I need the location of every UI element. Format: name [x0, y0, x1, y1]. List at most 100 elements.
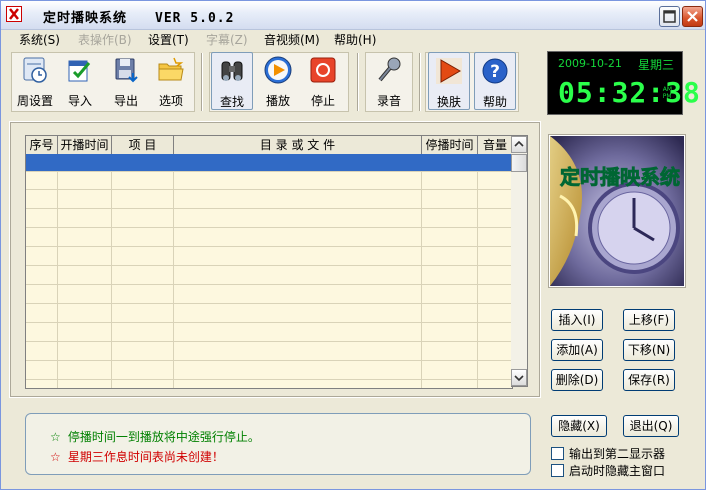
close-button[interactable]	[682, 6, 703, 27]
toolbar-separator	[201, 53, 203, 111]
schedule-table[interactable]: 序号 开播时间 项 目 目 录 或 文 件 停播时间 音量	[25, 135, 513, 389]
clock-time: 05:32:38	[558, 76, 701, 109]
svg-text:?: ?	[490, 62, 500, 82]
microphone-icon	[378, 57, 401, 82]
menu-table-ops[interactable]: 表操作(B)	[78, 31, 132, 48]
toolbar-separator	[357, 53, 359, 111]
delete-button[interactable]: 删除(D)	[551, 369, 603, 391]
hide-on-start-checkbox[interactable]: 启动时隐藏主窗口	[551, 462, 665, 479]
toolbar-separator	[419, 53, 421, 111]
help-icon: ?	[482, 58, 508, 84]
message-text: 停播时间一到播放将中途强行停止。	[67, 430, 260, 444]
table-row[interactable]	[26, 172, 512, 190]
maximize-icon	[663, 10, 676, 23]
second-display-checkbox[interactable]: 输出到第二显示器	[551, 445, 665, 462]
skin-button[interactable]: 换肤	[428, 52, 470, 110]
record-label: 录音	[376, 94, 401, 108]
binoculars-icon	[221, 61, 243, 81]
options-button[interactable]: 选项	[150, 52, 192, 110]
play-label: 播放	[265, 94, 290, 108]
chevron-up-icon	[514, 140, 524, 147]
main-window: 定时播映系统 VER 5.0.2 系统(S) 表操作(B) 设置(T) 字幕(Z…	[0, 0, 706, 490]
import-label: 导入	[67, 94, 92, 108]
options-label: 选项	[158, 94, 183, 108]
menu-system[interactable]: 系统(S)	[19, 31, 60, 48]
column-header-path[interactable]: 目 录 或 文 件	[174, 136, 422, 154]
table-row[interactable]	[26, 267, 512, 285]
table-row[interactable]	[26, 286, 512, 304]
play-button[interactable]: 播放	[257, 52, 299, 110]
checkbox-box[interactable]	[551, 447, 564, 460]
checkbox-box[interactable]	[551, 464, 564, 477]
message-box: ☆ 停播时间一到播放将中途强行停止。 ☆ 星期三作息时间表尚未创建！	[25, 413, 531, 475]
table-row[interactable]	[26, 324, 512, 342]
table-header: 序号 开播时间 项 目 目 录 或 文 件 停播时间 音量	[26, 136, 512, 155]
table-row[interactable]	[26, 210, 512, 228]
menu-help[interactable]: 帮助(H)	[334, 31, 376, 48]
skin-label: 换肤	[436, 95, 461, 109]
table-row[interactable]	[26, 362, 512, 380]
exit-button[interactable]: 退出(Q)	[623, 415, 679, 437]
add-button[interactable]: 添加(A)	[551, 339, 603, 361]
save-button[interactable]: 保存(R)	[623, 369, 675, 391]
week-setting-button[interactable]: 周设置	[14, 52, 56, 110]
record-button[interactable]: 录音	[368, 52, 410, 110]
clock-date: 2009-10-21	[558, 57, 622, 70]
table-row[interactable]	[26, 191, 512, 209]
scroll-up-button[interactable]	[511, 136, 527, 153]
artwork-title: 定时播映系统	[560, 165, 680, 189]
window-title: 定时播映系统 VER 5.0.2	[43, 11, 235, 26]
hide-button[interactable]: 隐藏(X)	[551, 415, 607, 437]
export-disk-icon	[115, 58, 138, 83]
stop-label: 停止	[310, 94, 335, 108]
message-line-2: ☆ 星期三作息时间表尚未创建！	[50, 448, 224, 465]
export-label: 导出	[113, 94, 138, 108]
close-icon	[687, 11, 698, 22]
checkbox-label: 启动时隐藏主窗口	[569, 464, 666, 478]
clock-weekday: 星期三	[637, 58, 674, 72]
find-button[interactable]: 查找	[211, 52, 253, 110]
chevron-down-icon	[514, 375, 524, 382]
message-text: 星期三作息时间表尚未创建！	[67, 450, 224, 464]
find-label: 查找	[219, 95, 244, 109]
clock-am: AM	[662, 86, 672, 93]
table-row[interactable]	[26, 229, 512, 247]
move-down-button[interactable]: 下移(N)	[623, 339, 675, 361]
maximize-button[interactable]	[659, 6, 680, 27]
table-row[interactable]	[26, 305, 512, 323]
play-icon	[264, 56, 292, 84]
scroll-thumb[interactable]	[511, 154, 527, 172]
clock-artwork-icon: 定时播映系统	[550, 136, 684, 286]
folder-icon	[158, 57, 184, 81]
import-document-icon	[68, 60, 91, 82]
menu-audio-video[interactable]: 音视频(M)	[264, 31, 320, 48]
skin-play-icon	[436, 58, 462, 84]
title-bar[interactable]: 定时播映系统 VER 5.0.2	[1, 1, 705, 30]
table-row-selected[interactable]	[26, 154, 512, 172]
app-icon[interactable]	[6, 6, 22, 22]
scroll-down-button[interactable]	[511, 369, 527, 386]
column-header-item[interactable]: 项 目	[112, 136, 174, 154]
message-star-icon: ☆	[50, 450, 61, 464]
column-header-stop-time[interactable]: 停播时间	[422, 136, 478, 154]
menu-subtitles[interactable]: 字幕(Z)	[206, 31, 248, 48]
checkbox-label: 输出到第二显示器	[569, 447, 666, 461]
table-scrollbar[interactable]	[511, 135, 528, 387]
stop-button[interactable]: 停止	[302, 52, 344, 110]
move-up-button[interactable]: 上移(F)	[623, 309, 675, 331]
table-row[interactable]	[26, 343, 512, 361]
column-header-volume[interactable]: 音量	[478, 136, 512, 154]
insert-button[interactable]: 插入(I)	[551, 309, 603, 331]
column-header-index[interactable]: 序号	[26, 136, 58, 154]
clock-pm: PM	[662, 93, 672, 100]
table-row[interactable]	[26, 248, 512, 266]
menu-bar: 系统(S) 表操作(B) 设置(T) 字幕(Z) 音视频(M) 帮助(H)	[1, 29, 705, 49]
export-button[interactable]: 导出	[105, 52, 147, 110]
toolbar: 周设置 导入 导出 选项 查找 播放 停止 录音 换肤 ? 帮助	[1, 49, 541, 115]
calendar-clock-icon	[23, 57, 47, 83]
import-button[interactable]: 导入	[59, 52, 101, 110]
menu-settings[interactable]: 设置(T)	[148, 31, 189, 48]
help-button[interactable]: ? 帮助	[474, 52, 516, 110]
column-header-start-time[interactable]: 开播时间	[58, 136, 112, 154]
logo-artwork: 定时播映系统	[549, 135, 685, 287]
